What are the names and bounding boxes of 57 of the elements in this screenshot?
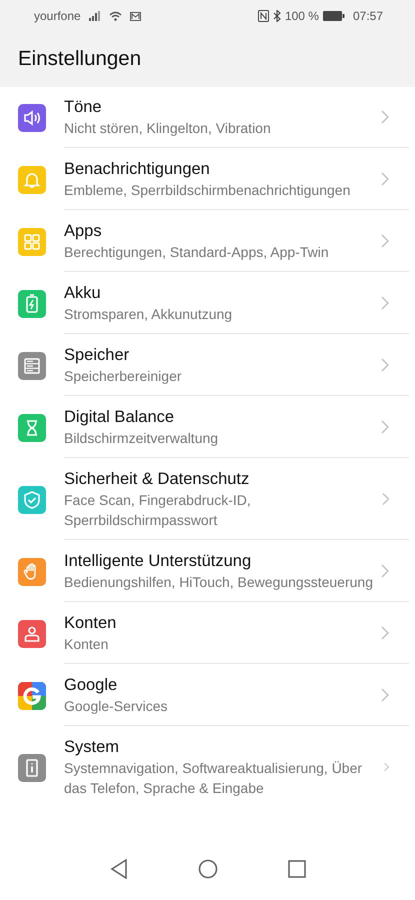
item-title: Digital Balance <box>64 407 176 428</box>
item-subtitle: Embleme, Sperrbildschirmbenachrichtigungen <box>64 181 352 200</box>
wifi-icon <box>108 11 122 21</box>
item-title: Töne <box>64 97 103 118</box>
page-title: Einstellungen <box>18 47 142 72</box>
chevron-right-icon <box>381 358 389 372</box>
item-subtitle: Nicht stören, Klingelton, Vibration <box>64 119 272 138</box>
hourglass-icon <box>18 414 46 442</box>
chevron-right-icon <box>381 110 389 124</box>
chevron-right-icon <box>382 492 389 506</box>
battery-percent: 100 % <box>284 8 319 25</box>
item-subtitle: Speicherbereiniger <box>64 367 183 386</box>
item-subtitle: Bedienungshilfen, HiTouch, Bewegungssteuerung <box>64 573 374 592</box>
item-subtitle: Google-Services <box>64 697 168 716</box>
item-title: Google <box>64 675 118 696</box>
chevron-right-icon <box>381 420 389 434</box>
signal-icon <box>88 11 101 21</box>
nfc-icon <box>258 10 269 22</box>
clock: 07:57 <box>352 8 383 25</box>
back-icon[interactable] <box>110 859 128 879</box>
item-subtitle: Stromsparen, Akkunutzung <box>64 305 234 324</box>
chevron-right-icon <box>381 564 389 578</box>
hand-icon <box>18 558 46 586</box>
item-subtitle: Konten <box>64 635 110 654</box>
item-title: Akku <box>64 283 102 304</box>
chevron-right-icon <box>381 626 389 640</box>
recents-icon[interactable] <box>288 860 306 878</box>
chevron-right-icon <box>381 296 389 310</box>
storage-icon <box>18 352 46 380</box>
item-title: Benachrichtigungen <box>64 159 211 180</box>
bell-icon <box>18 166 46 194</box>
speaker-icon <box>18 104 46 132</box>
item-subtitle: Systemnavigation, Softwareaktualisierung, Über das Telefon, Sprache & Eingabe <box>64 759 364 798</box>
shield-check-icon <box>18 486 46 514</box>
item-subtitle: Face Scan, Fingerabdruck-ID, Sperrbildschirmpasswort <box>64 491 252 530</box>
grid-icon <box>18 228 46 256</box>
bluetooth-icon <box>272 10 281 22</box>
item-title: Speicher <box>64 345 130 366</box>
chevron-right-icon <box>381 234 389 248</box>
item-title: Sicherheit & Datenschutz <box>64 469 250 490</box>
mail-icon <box>130 12 141 20</box>
item-subtitle: Berechtigungen, Standard-Apps, App-Twin <box>64 243 330 262</box>
chevron-right-icon <box>381 688 389 702</box>
carrier-name: yourfone <box>34 8 81 25</box>
item-title: Konten <box>64 613 118 634</box>
info-icon <box>18 754 46 782</box>
battery-icon <box>322 11 345 21</box>
multicolor-arc-icon <box>18 682 46 710</box>
person-icon <box>18 620 46 648</box>
item-title: System <box>64 737 120 758</box>
item-subtitle: Bildschirmzeitverwaltung <box>64 429 220 448</box>
chevron-right-icon <box>381 172 389 186</box>
battery-icon <box>18 290 46 318</box>
item-title: Intelligente Unterstützung <box>64 551 252 572</box>
home-icon[interactable] <box>198 859 218 879</box>
chevron-right-icon <box>384 760 389 774</box>
item-title: Apps <box>64 221 103 242</box>
